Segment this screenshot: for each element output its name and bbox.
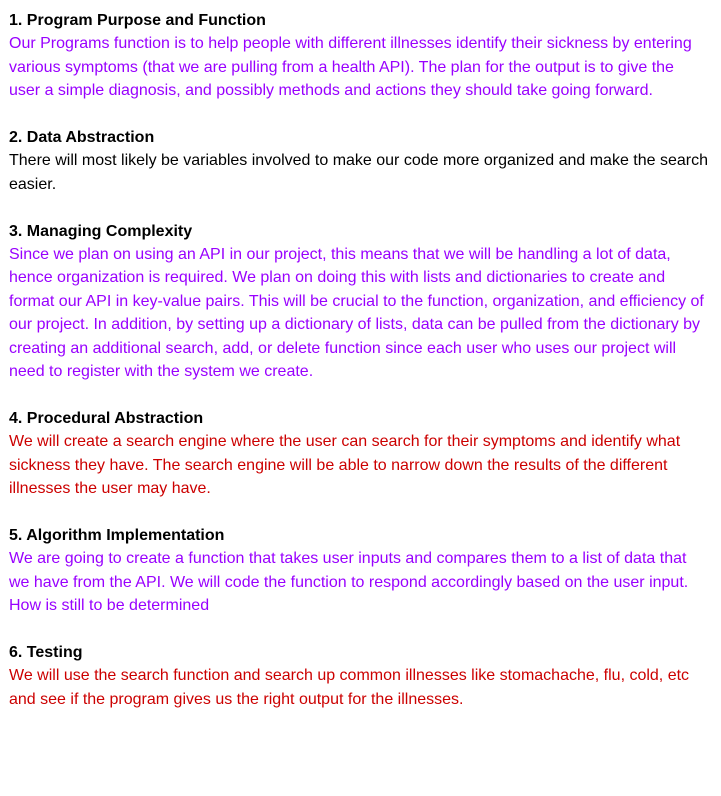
section-heading: 6. Testing: [9, 643, 83, 661]
section-program-purpose: 1. Program Purpose and Function Our Prog…: [9, 9, 709, 103]
section-body: We will use the search function and sear…: [9, 667, 690, 708]
section-procedural-abstraction: 4. Procedural Abstraction We will create…: [9, 407, 709, 501]
section-body: There will most likely be variables invo…: [9, 152, 709, 193]
section-heading: 1. Program Purpose and Function: [9, 12, 266, 29]
section-body: Our Programs function is to help people …: [9, 35, 692, 100]
section-body: Since we plan on using an API in our pro…: [9, 246, 704, 381]
section-heading: 4. Procedural Abstraction: [9, 409, 204, 427]
document: 1. Program Purpose and Function Our Prog…: [0, 0, 709, 711]
section-heading: 2. Data Abstraction: [9, 129, 155, 147]
section-body: We are going to create a function that t…: [9, 550, 689, 615]
section-algorithm-implementation: 5. Algorithm Implementation We are going…: [9, 524, 709, 618]
section-heading: 5. Algorithm Implementation: [9, 526, 225, 544]
section-data-abstraction: 2. Data Abstraction There will most like…: [9, 126, 709, 196]
section-heading: 3. Managing Complexity: [9, 222, 193, 240]
section-testing: 6. Testing We will use the search functi…: [9, 641, 709, 711]
section-managing-complexity: 3. Managing Complexity Since we plan on …: [9, 220, 709, 384]
section-body: We will create a search engine where the…: [9, 433, 681, 498]
